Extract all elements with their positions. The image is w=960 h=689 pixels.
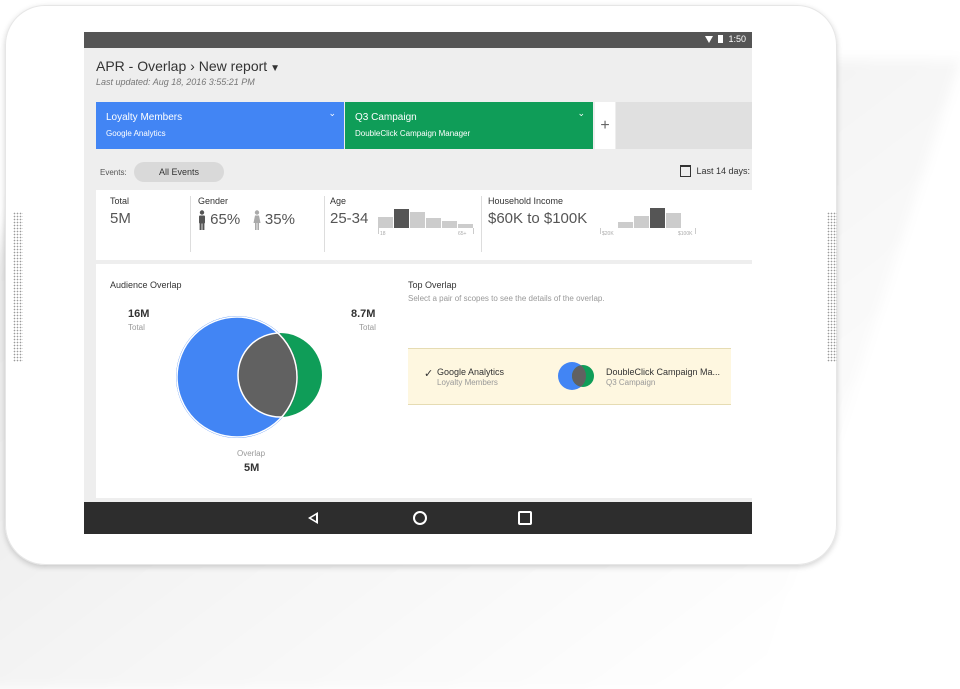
stat-total: Total 5M (110, 196, 131, 227)
right-total-value: 8.7M (351, 308, 376, 320)
age-bar (442, 221, 457, 228)
stats-card: Total 5M Gender 65% 35% Age 25-34 18 65+… (96, 190, 752, 260)
back-icon[interactable] (308, 512, 318, 524)
stat-household-income: Household Income $60K to $100K (488, 196, 587, 227)
divider (190, 196, 191, 252)
stat-value: 25-34 (330, 210, 369, 227)
age-bar (426, 218, 441, 228)
income-bar (666, 213, 681, 228)
age-bar (394, 209, 409, 228)
venn-diagram[interactable] (174, 316, 326, 438)
recent-apps-icon[interactable] (518, 511, 532, 525)
wifi-icon (705, 35, 714, 43)
age-histogram (378, 208, 473, 228)
breadcrumb-separator: › (190, 58, 195, 74)
scope-a-sub: Loyalty Members (437, 378, 498, 387)
stat-gender: Gender 65% 35% (198, 196, 295, 230)
report-title: APR - Overlap (96, 58, 187, 74)
mini-venn-icon (558, 362, 594, 390)
left-total-value: 16M (128, 308, 150, 320)
stat-value: 5M (110, 210, 131, 227)
male-icon (199, 210, 205, 230)
stat-label: Age (330, 196, 347, 206)
stat-value: $60K to $100K (488, 210, 588, 227)
events-filter-chip[interactable]: All Events (134, 162, 224, 182)
calendar-icon (680, 165, 692, 177)
scope-a-name: Google Analytics (437, 367, 505, 377)
scope-source: DoubleClick Campaign Manager (355, 129, 471, 138)
age-tick-max: 65+ (458, 231, 467, 237)
check-icon: ✓ (424, 368, 434, 380)
scope-bar-filler (616, 102, 752, 149)
top-overlap-hint: Select a pair of scopes to see the detai… (408, 294, 605, 303)
age-bar (410, 212, 425, 228)
female-percent: 35% (264, 210, 295, 228)
female-icon (253, 210, 261, 230)
status-bar: 1:50 (84, 32, 752, 48)
battery-icon (718, 35, 724, 43)
divider (481, 196, 482, 252)
income-bar (650, 208, 665, 228)
overlap-label: Overlap (237, 449, 266, 458)
overlap-panel: Audience Overlap 16M Total 8.7M Total Ov… (96, 264, 752, 498)
income-tick-max: $100K (678, 231, 693, 237)
left-speaker (13, 212, 23, 362)
date-range-picker[interactable]: Last 14 days: (680, 165, 750, 177)
stat-age: Age 25-34 (330, 196, 368, 227)
right-speaker (827, 212, 837, 362)
chevron-down-icon: ▼ (270, 63, 281, 74)
age-bar (378, 217, 393, 228)
page-title[interactable]: APR - Overlap › New report ▼ (96, 58, 280, 74)
scope-b-sub: Q3 Campaign (606, 378, 656, 387)
report-name: New report (198, 58, 268, 74)
scope-source: Google Analytics (106, 129, 166, 138)
left-total-label: Total (128, 323, 145, 332)
home-icon[interactable] (413, 511, 427, 525)
divider (324, 196, 325, 252)
top-overlap-title: Top Overlap (408, 280, 457, 290)
stat-label: Household Income (488, 196, 564, 206)
scope-name: Q3 Campaign (355, 112, 417, 123)
report-header: APR - Overlap › New report ▼ Last updated… (96, 58, 280, 87)
income-bar (634, 216, 649, 228)
male-percent: 65% (210, 210, 241, 228)
right-total-label: Total (359, 323, 376, 332)
audience-overlap-title: Audience Overlap (110, 280, 182, 290)
overlap-pair-row[interactable]: ✓ Google Analytics Loyalty Members Doubl… (408, 348, 731, 405)
gender-values: 65% 35% (198, 210, 295, 230)
status-time: 1:50 (728, 34, 746, 44)
scope-tab-q3-campaign[interactable]: Q3 Campaign DoubleClick Campaign Manager… (345, 102, 593, 149)
chevron-down-icon[interactable]: ⌄ (328, 108, 336, 119)
scope-bar: Loyalty Members Google Analytics ⌄ Q3 Ca… (96, 102, 752, 149)
tablet-screen: 1:50 APR - Overlap › New report ▼ Last up… (84, 32, 752, 534)
date-range-label: Last 14 days: (696, 166, 750, 176)
events-label: Events: (100, 168, 127, 177)
stat-label: Total (110, 196, 130, 206)
income-tick-min: $20K (602, 231, 614, 237)
android-nav-bar (84, 502, 752, 534)
last-updated: Last updated: Aug 18, 2016 3:55:21 PM (96, 77, 255, 87)
overlap-value: 5M (244, 462, 260, 474)
add-scope-button[interactable]: + (595, 102, 615, 149)
scope-name: Loyalty Members (106, 112, 183, 123)
scope-b-name: DoubleClick Campaign Ma... (606, 367, 721, 377)
income-histogram (618, 208, 681, 228)
chevron-down-icon[interactable]: ⌄ (577, 108, 585, 119)
age-tick-min: 18 (380, 231, 386, 237)
scope-tab-loyalty-members[interactable]: Loyalty Members Google Analytics ⌄ (96, 102, 344, 149)
stat-label: Gender (198, 196, 229, 206)
